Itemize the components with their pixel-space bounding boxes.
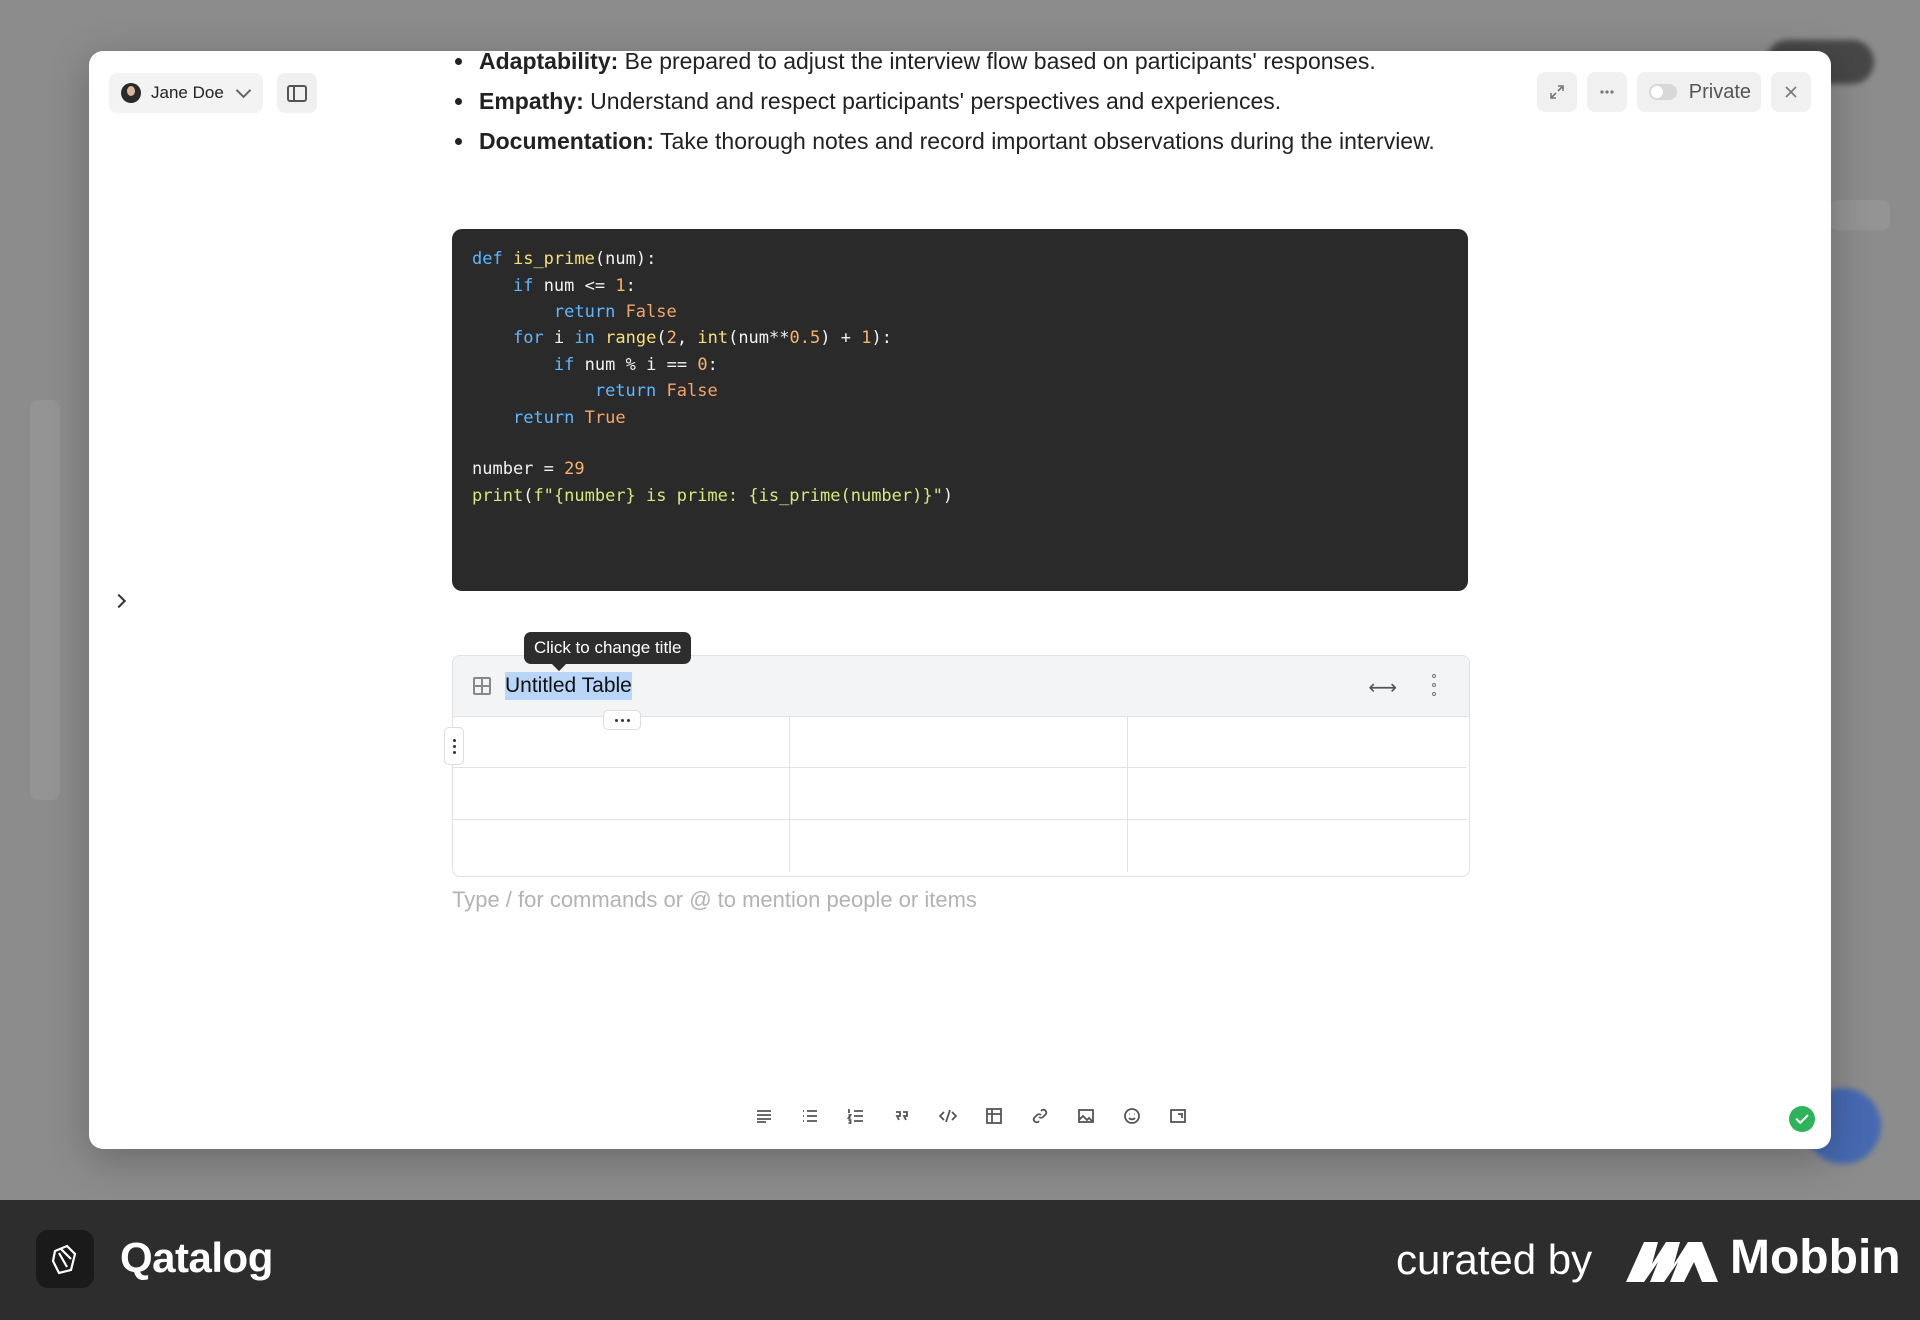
app-name: Qatalog	[120, 1234, 273, 1281]
quote-button[interactable]	[879, 1096, 925, 1136]
curator-name: Mobbin	[1730, 1231, 1901, 1284]
link-button[interactable]	[1017, 1096, 1063, 1136]
tooltip: Click to change title	[524, 632, 692, 664]
embed-icon	[1170, 1109, 1186, 1123]
numbered-list-icon	[847, 1109, 863, 1124]
table-cell[interactable]	[453, 820, 790, 872]
code-line: print(f"{number} is prime: {is_prime(num…	[472, 486, 954, 506]
table-cell[interactable]	[790, 717, 1128, 768]
numbered-list-button[interactable]	[833, 1096, 879, 1136]
footer: Qatalog curated by Mobbin	[0, 1200, 1920, 1320]
code-line: if num <= 1:	[512, 276, 636, 296]
bullet-list-icon	[803, 1110, 817, 1122]
table-more-icon[interactable]	[1431, 674, 1437, 696]
sidebar-toggle-button[interactable]	[277, 73, 317, 113]
user-name: Jane Doe	[151, 83, 224, 102]
link-icon	[1032, 1108, 1048, 1124]
list-item: Adaptability: Be prepared to adjust the …	[452, 51, 1552, 81]
table-cell[interactable]	[1128, 820, 1467, 872]
formatting-toolbar	[741, 1096, 1201, 1136]
bullet-list: Adaptability: Be prepared to adjust the …	[452, 51, 1552, 161]
close-button[interactable]	[1771, 72, 1811, 112]
bullet-text: Understand and respect participants' per…	[583, 88, 1282, 114]
close-icon	[1785, 86, 1797, 98]
table-icon	[986, 1108, 1002, 1124]
top-right-actions: Private	[1536, 72, 1811, 112]
mobbin-logo-icon	[1626, 1242, 1718, 1282]
table-cell[interactable]	[790, 820, 1128, 872]
table-cell[interactable]	[790, 768, 1128, 820]
code-line: return False	[594, 381, 718, 401]
list-item: Empathy: Understand and respect particip…	[452, 81, 1552, 121]
saved-status-icon	[1789, 1106, 1815, 1132]
bullet-list-button[interactable]	[787, 1096, 833, 1136]
table-icon	[473, 677, 491, 695]
code-line: if num % i == 0:	[553, 355, 718, 375]
code-line: for i in range(2, int(num**0.5) + 1):	[512, 328, 892, 348]
emoji-button[interactable]	[1109, 1096, 1155, 1136]
code-button[interactable]	[925, 1096, 971, 1136]
table-button[interactable]	[971, 1096, 1017, 1136]
background-sidebar	[30, 400, 60, 800]
sidebar-icon	[287, 84, 307, 102]
code-line: return False	[553, 302, 677, 322]
avatar	[121, 83, 141, 103]
code-icon	[939, 1109, 957, 1123]
bullet-text: Be prepared to adjust the interview flow…	[618, 51, 1376, 74]
table-grid	[453, 717, 1469, 872]
width-toggle-icon[interactable]: ⟷	[1368, 675, 1397, 700]
code-line: return True	[512, 408, 626, 428]
column-menu-handle[interactable]	[603, 710, 641, 730]
curated-by-label: curated by	[1396, 1236, 1593, 1283]
image-icon	[1078, 1109, 1094, 1123]
more-icon	[1600, 90, 1614, 94]
user-switcher[interactable]: Jane Doe	[109, 73, 263, 113]
more-options-button[interactable]	[1586, 72, 1627, 112]
document-modal: Jane Doe Private Adaptability: Be prepar…	[89, 51, 1831, 1149]
toggle-switch[interactable]	[1648, 84, 1677, 100]
paragraph-button[interactable]	[741, 1096, 787, 1136]
code-line: def is_prime(num):	[472, 249, 657, 269]
bullet-term: Documentation:	[479, 128, 655, 154]
background-blob	[1830, 200, 1890, 230]
private-label: Private	[1688, 80, 1751, 103]
bullet-text: Take thorough notes and record important…	[654, 128, 1435, 154]
table-header: Untitled Table ⟷	[453, 656, 1469, 717]
bullet-term: Empathy:	[479, 88, 584, 114]
emoji-icon	[1124, 1108, 1140, 1124]
code-line: number = 29	[472, 459, 585, 479]
embed-button[interactable]	[1155, 1096, 1201, 1136]
table-cell[interactable]	[1128, 717, 1467, 768]
editor-placeholder[interactable]: Type / for commands or @ to mention peop…	[452, 887, 977, 913]
bullet-term: Adaptability:	[479, 51, 619, 74]
list-item: Documentation: Take thorough notes and r…	[452, 121, 1552, 161]
paragraph-icon	[757, 1110, 771, 1123]
table-cell[interactable]	[1128, 768, 1467, 820]
chevron-down-icon	[235, 82, 252, 99]
quote-icon	[895, 1111, 908, 1121]
qatalog-logo-icon	[36, 1230, 94, 1288]
table-block: Untitled Table ⟷	[444, 655, 1470, 877]
row-menu-handle[interactable]	[444, 727, 464, 765]
chevron-right-icon[interactable]	[107, 589, 131, 613]
table-title[interactable]: Untitled Table	[505, 672, 632, 700]
image-button[interactable]	[1063, 1096, 1109, 1136]
table-cell[interactable]	[453, 768, 790, 820]
code-block[interactable]: def is_prime(num): if num <= 1: return F…	[452, 229, 1468, 591]
private-toggle[interactable]: Private	[1636, 72, 1761, 112]
